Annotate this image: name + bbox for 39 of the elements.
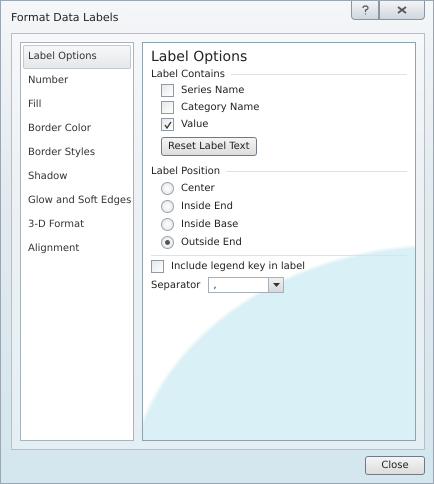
- checkbox-label: Include legend key in label: [171, 261, 306, 272]
- sidebar-item[interactable]: Glow and Soft Edges: [23, 189, 131, 213]
- close-button[interactable]: [379, 1, 425, 20]
- close-icon: [397, 6, 407, 14]
- checkbox[interactable]: [151, 260, 164, 273]
- close-dialog-button[interactable]: Close: [365, 456, 425, 475]
- help-icon: [362, 5, 368, 15]
- radio-label: Outside End: [181, 237, 242, 248]
- checkbox-label: Value: [181, 119, 208, 130]
- panel-title: Label Options: [151, 49, 248, 65]
- sidebar-item[interactable]: Shadow: [23, 165, 131, 189]
- check-icon: [164, 120, 172, 128]
- separator-dropdown[interactable]: ,: [208, 277, 284, 293]
- help-button[interactable]: [351, 1, 379, 20]
- radio-button[interactable]: [161, 200, 174, 213]
- sidebar-item[interactable]: Border Styles: [23, 141, 131, 165]
- window-title: Format Data Labels: [11, 10, 118, 24]
- radio-label: Center: [181, 183, 215, 194]
- section-heading: Label Contains: [151, 69, 225, 80]
- checkbox[interactable]: [161, 101, 174, 114]
- sidebar-item[interactable]: Label Options: [23, 45, 131, 69]
- sidebar-item[interactable]: Alignment: [23, 237, 131, 261]
- sidebar-item[interactable]: 3-D Format: [23, 213, 131, 237]
- radio-label: Inside Base: [181, 219, 238, 230]
- separator-label: Separator: [151, 280, 200, 290]
- reset-label-text-button[interactable]: Reset Label Text: [161, 137, 256, 156]
- checkbox-label: Series Name: [181, 85, 244, 96]
- section-heading: Label Position: [151, 166, 220, 177]
- checkbox-label: Category Name: [181, 102, 260, 113]
- sidebar-item[interactable]: Fill: [23, 93, 131, 117]
- checkbox[interactable]: [161, 84, 174, 97]
- radio-label: Inside End: [181, 201, 233, 212]
- sidebar-item[interactable]: Border Color: [23, 117, 131, 141]
- dropdown-arrow-icon: [272, 283, 280, 287]
- radio-button[interactable]: [161, 182, 174, 195]
- sidebar-item[interactable]: Number: [23, 69, 131, 93]
- checkbox[interactable]: [161, 118, 174, 131]
- radio-button[interactable]: [161, 218, 174, 231]
- radio-button[interactable]: [161, 236, 174, 249]
